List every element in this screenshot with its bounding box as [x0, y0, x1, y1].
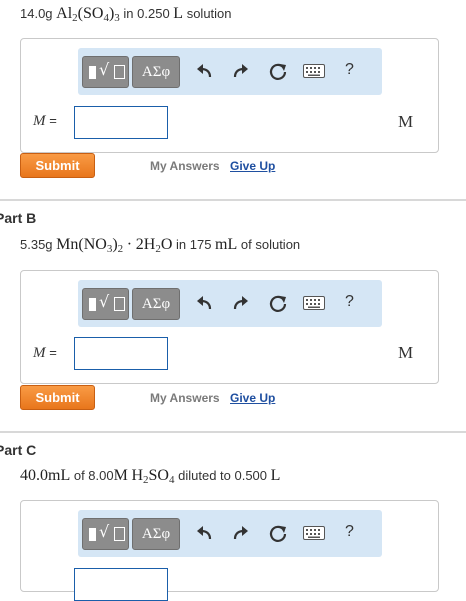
keyboard-icon[interactable] — [303, 64, 325, 78]
part-b-give-up-link[interactable]: Give Up — [230, 391, 275, 405]
undo-icon[interactable] — [193, 293, 215, 315]
templates-button[interactable]: √ — [82, 288, 129, 320]
help-icon[interactable]: ? — [345, 293, 354, 311]
part-c-problem: 40.0mL of 8.00M H2SO4 diluted to 0.500 L — [20, 467, 281, 486]
part-c-answer-panel: √ ΑΣφ ? — [20, 500, 439, 601]
part-b-problem: 5.35g Mn(NO3)2 · 2H2O in 175 mL of solut… — [20, 236, 301, 255]
part-b-submit-button[interactable]: Submit — [20, 385, 95, 410]
greek-symbols-button[interactable]: ΑΣφ — [132, 288, 180, 320]
part-a-submit-button[interactable]: Submit — [20, 153, 95, 178]
help-icon[interactable]: ? — [345, 523, 354, 541]
redo-icon[interactable] — [230, 61, 252, 83]
part-c-answer-input[interactable] — [74, 568, 168, 601]
greek-symbols-button[interactable]: ΑΣφ — [132, 56, 180, 88]
math-toolbar: √ ΑΣφ ? — [78, 510, 382, 557]
redo-icon[interactable] — [230, 523, 252, 545]
reset-icon[interactable] — [267, 523, 289, 545]
undo-icon[interactable] — [193, 523, 215, 545]
part-a-problem: 14.0g Al2(SO4)3 in 0.250 L solution — [20, 5, 232, 24]
redo-icon[interactable] — [230, 293, 252, 315]
divider — [0, 431, 466, 433]
part-b-my-answers-link[interactable]: My Answers — [150, 391, 220, 405]
reset-icon[interactable] — [267, 293, 289, 315]
reset-icon[interactable] — [267, 61, 289, 83]
part-c-heading: Part C — [0, 442, 37, 458]
divider — [0, 199, 466, 201]
part-b-answer-input[interactable] — [74, 337, 168, 370]
templates-button[interactable]: √ — [82, 518, 129, 550]
part-b-heading: Part B — [0, 210, 37, 226]
keyboard-icon[interactable] — [303, 526, 325, 540]
answer-label: M = — [33, 113, 57, 129]
keyboard-icon[interactable] — [303, 296, 325, 310]
help-icon[interactable]: ? — [345, 61, 354, 79]
math-toolbar: √ ΑΣφ ? — [78, 48, 382, 95]
greek-symbols-button[interactable]: ΑΣφ — [132, 518, 180, 550]
part-a-answer-panel: √ ΑΣφ ? M = M — [20, 38, 439, 153]
part-a-my-answers-link[interactable]: My Answers — [150, 159, 220, 173]
templates-button[interactable]: √ — [82, 56, 129, 88]
undo-icon[interactable] — [193, 61, 215, 83]
answer-label: M = — [33, 345, 57, 361]
answer-unit: M — [398, 343, 414, 362]
part-b-answer-panel: √ ΑΣφ ? M = M — [20, 270, 439, 384]
part-a-give-up-link[interactable]: Give Up — [230, 159, 275, 173]
part-a-answer-input[interactable] — [74, 106, 168, 139]
math-toolbar: √ ΑΣφ ? — [78, 280, 382, 327]
answer-unit: M — [398, 112, 414, 131]
